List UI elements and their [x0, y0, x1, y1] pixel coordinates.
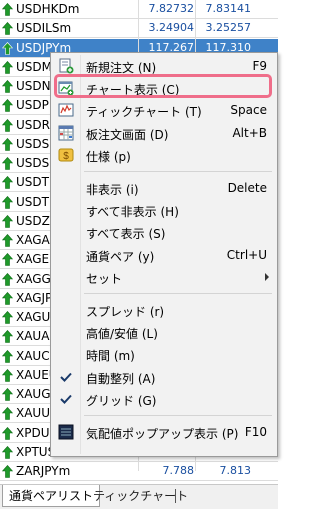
menu-item-label: セット — [86, 271, 123, 286]
menu-item-shortcut: Alt+B — [232, 125, 267, 140]
check-icon — [60, 394, 72, 404]
symbol-row[interactable]: USDILSm 3.24904 3.25257 — [0, 19, 278, 38]
menu-item[interactable]: 時間 (m) — [53, 343, 275, 365]
menu-item-shortcut: Delete — [227, 181, 267, 195]
symbol-row[interactable]: ZARJPYm 7.788 7.813 — [0, 462, 278, 481]
menu-item-label: 通貨ペア (y) — [86, 249, 155, 264]
up-arrow-icon — [2, 80, 13, 93]
menu-item-label: ティックチャート (T) — [86, 105, 202, 120]
menu-item[interactable]: 板注文画面 (D) Alt+B — [53, 122, 275, 144]
up-arrow-icon — [2, 446, 13, 459]
menu-item-label: 気配値ポップアップ表示 (P) — [86, 427, 239, 441]
up-arrow-icon — [2, 176, 13, 189]
up-arrow-icon — [2, 465, 13, 478]
up-arrow-icon — [2, 253, 13, 266]
submenu-arrow-icon — [265, 272, 269, 281]
svg-text:$: $ — [63, 151, 69, 162]
menu-item[interactable]: ティックチャート (T) Space — [53, 99, 275, 121]
up-arrow-icon — [2, 234, 13, 247]
up-arrow-icon — [2, 157, 13, 170]
menu-item-label: すべて非表示 (H) — [86, 205, 179, 220]
up-arrow-icon — [2, 350, 13, 363]
up-arrow-icon — [2, 196, 13, 209]
up-arrow-icon — [2, 311, 13, 324]
menu-item[interactable]: すべて非表示 (H) — [53, 199, 275, 221]
depth-grid-icon — [58, 125, 74, 141]
up-arrow-icon — [2, 369, 13, 382]
up-arrow-icon — [2, 61, 13, 74]
symbol-name: USDHKDm — [16, 2, 80, 16]
menu-item-shortcut: F10 — [244, 425, 267, 439]
menu-item[interactable]: 非表示 (i) Delete — [53, 177, 275, 199]
tab-symbols[interactable]: 通貨ペアリスト — [2, 485, 101, 507]
bottom-tab-bar: 通貨ペアリスト ティックチャート — [0, 484, 278, 509]
symbol-name: XAGJP — [16, 291, 53, 305]
menu-item[interactable]: グリッド (G) — [53, 388, 275, 410]
menu-item-label: 板注文画面 (D) — [86, 127, 169, 142]
menu-item-label: 自動整列 (A) — [86, 371, 156, 386]
menu-item[interactable]: セット — [53, 266, 275, 288]
menu-item-shortcut: Space — [230, 103, 267, 118]
tab-separator — [175, 489, 176, 503]
menu-item-label: すべて表示 (S) — [86, 227, 166, 242]
up-arrow-icon — [2, 138, 13, 151]
tab-tick-chart[interactable]: ティックチャート — [87, 485, 194, 507]
up-arrow-icon — [2, 292, 13, 305]
menu-item[interactable]: 高値/安値 (L) — [53, 321, 275, 343]
menu-item[interactable]: スプレッド (r) — [53, 299, 275, 321]
menu-separator — [84, 171, 272, 172]
symbol-row[interactable]: USDHKDm 7.82732 7.83141 — [0, 0, 278, 19]
up-arrow-icon — [2, 3, 13, 16]
specification-icon: $ — [58, 148, 74, 162]
menu-item-label: 仕様 (p) — [86, 149, 131, 164]
check-icon — [60, 372, 72, 382]
up-arrow-icon — [2, 215, 13, 228]
symbol-name: USDM — [16, 60, 52, 74]
menu-item-label: グリッド (G) — [86, 393, 157, 408]
bid-price: 7.82732 — [148, 2, 195, 15]
symbol-name: USDILSm — [16, 21, 72, 35]
up-arrow-icon — [2, 99, 13, 112]
up-arrow-icon — [2, 22, 13, 35]
menu-item-shortcut: F9 — [252, 59, 267, 73]
ask-price: 3.25257 — [205, 21, 252, 34]
highlight-box — [54, 74, 272, 98]
context-menu: 新規注文 (N) F9 チャート表示 (C) ティックチャート (T) Space 板注文… — [50, 52, 278, 457]
menu-separator — [84, 293, 272, 294]
ask-price: 7.813 — [219, 464, 252, 477]
menu-item-label: スプレッド (r) — [86, 305, 165, 319]
up-arrow-icon — [2, 388, 13, 401]
menu-separator — [84, 415, 272, 416]
up-arrow-icon — [2, 273, 13, 286]
bid-price: 7.788 — [162, 464, 195, 477]
menu-item-label: 非表示 (i) — [86, 183, 139, 197]
menu-item[interactable]: 通貨ペア (y) Ctrl+U — [53, 244, 275, 266]
up-arrow-icon — [2, 42, 13, 55]
tick-chart-icon — [58, 103, 74, 117]
up-arrow-icon — [2, 427, 13, 440]
menu-item-label: 高値/安値 (L) — [86, 327, 158, 342]
up-arrow-icon — [2, 330, 13, 343]
new-order-icon — [59, 58, 74, 74]
ask-price: 7.83141 — [205, 2, 252, 15]
popup-quotes-icon — [58, 424, 74, 440]
up-arrow-icon — [2, 407, 13, 420]
symbol-name: ZARJPYm — [16, 464, 71, 478]
menu-item[interactable]: 気配値ポップアップ表示 (P) F10 — [53, 421, 275, 443]
menu-item[interactable]: 自動整列 (A) — [53, 366, 275, 388]
menu-item[interactable]: すべて表示 (S) — [53, 221, 275, 243]
menu-item[interactable]: $ 仕様 (p) — [53, 144, 275, 166]
menu-item-label: 時間 (m) — [86, 349, 135, 364]
up-arrow-icon — [2, 119, 13, 132]
menu-item-shortcut: Ctrl+U — [226, 247, 267, 262]
bid-price: 3.24904 — [148, 21, 195, 34]
